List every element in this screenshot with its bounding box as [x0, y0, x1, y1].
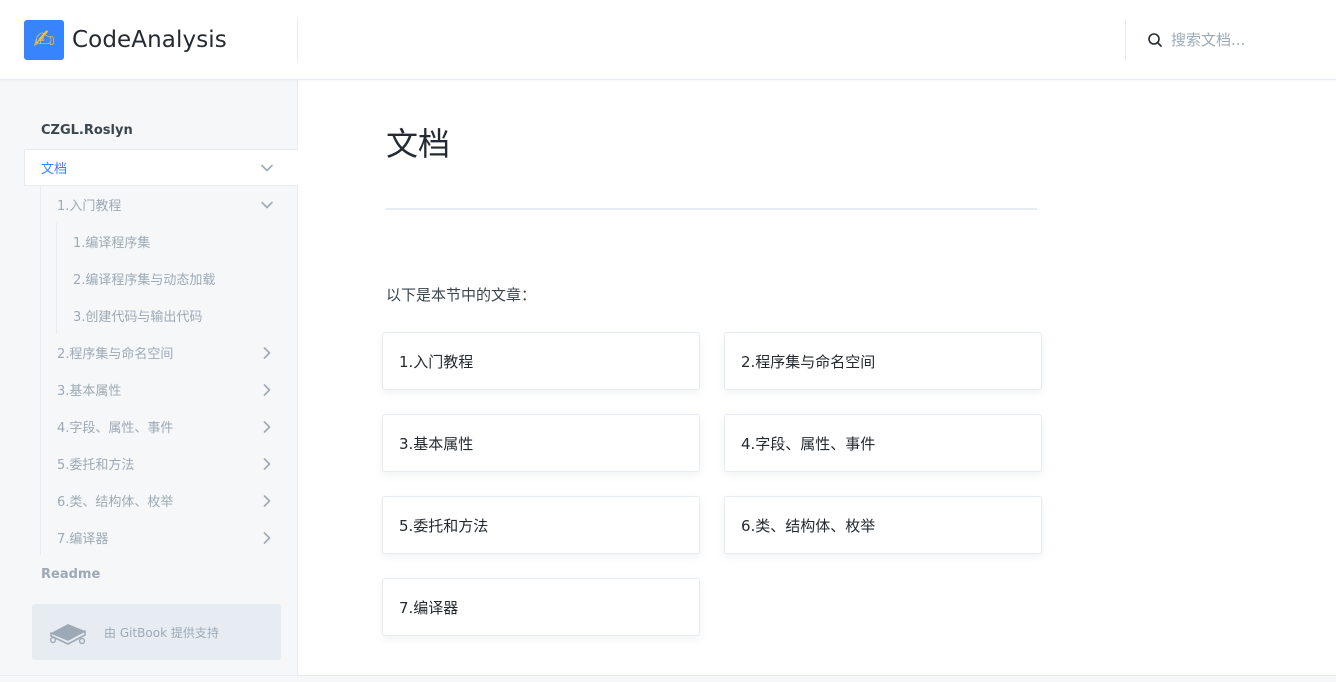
sidebar-item-label: 2.程序集与命名空间: [57, 347, 174, 362]
sidebar-item-label: 3.创建代码与输出代码: [73, 310, 203, 325]
sidebar-item-basic-properties[interactable]: 3.基本属性: [57, 371, 298, 408]
chevron-right-icon[interactable]: [260, 531, 274, 545]
article-card-getting-started[interactable]: 1.入门教程: [382, 332, 700, 390]
sidebar-item-docs[interactable]: 文档: [24, 149, 298, 186]
article-card-label: 4.字段、属性、事件: [741, 434, 876, 453]
title-divider: [386, 208, 1037, 210]
chevron-right-icon[interactable]: [260, 346, 274, 360]
sidebar-root-label: CZGL.Roslyn: [41, 122, 133, 138]
sidebar-item-label: 文档: [41, 162, 68, 177]
main-content: 文档 以下是本节中的文章： 1.入门教程 2.程序集与命名空间 3.基本属性 4…: [298, 80, 1336, 675]
book-icon: [48, 616, 88, 648]
tree-guide-line: [40, 186, 41, 555]
sidebar: CZGL.Roslyn 文档 1.入门教程 1.编译程序集 2.编译程序集与动态…: [0, 80, 298, 682]
sidebar-item-label: 1.入门教程: [57, 199, 122, 214]
article-card-compiler[interactable]: 7.编译器: [382, 578, 700, 636]
sidebar-item-create-output-code[interactable]: 3.创建代码与输出代码: [73, 297, 298, 334]
writing-hand-logo-icon: ✍: [24, 20, 64, 60]
sidebar-item-label: 2.编译程序集与动态加载: [73, 273, 216, 288]
article-card-label: 6.类、结构体、枚举: [741, 516, 876, 535]
sidebar-item-compile-dynamic-load[interactable]: 2.编译程序集与动态加载: [73, 260, 298, 297]
search-input[interactable]: [1171, 25, 1311, 55]
sidebar-item-label: 5.委托和方法: [57, 458, 135, 473]
brand-link[interactable]: ✍ CodeAnalysis: [24, 20, 227, 60]
chevron-down-icon[interactable]: [260, 161, 274, 175]
tree-guide-line: [56, 223, 57, 334]
article-card-classes-structs-enums[interactable]: 6.类、结构体、枚举: [724, 496, 1042, 554]
search-icon: [1144, 29, 1166, 51]
top-header: ✍ CodeAnalysis: [0, 0, 1336, 80]
sidebar-item-compile-assembly[interactable]: 1.编译程序集: [73, 223, 298, 260]
sidebar-root-title[interactable]: CZGL.Roslyn: [41, 118, 133, 142]
article-card-fields-properties-events[interactable]: 4.字段、属性、事件: [724, 414, 1042, 472]
header-divider: [297, 18, 298, 62]
intro-text: 以下是本节中的文章：: [386, 286, 537, 304]
article-card-label: 3.基本属性: [399, 434, 474, 453]
sidebar-item-getting-started[interactable]: 1.入门教程: [57, 186, 298, 223]
header-divider: [1125, 20, 1126, 60]
sidebar-item-label: 4.字段、属性、事件: [57, 421, 174, 436]
sidebar-item-classes-structs-enums[interactable]: 6.类、结构体、枚举: [57, 482, 298, 519]
powered-by-gitbook-link[interactable]: 由 GitBook 提供支持: [32, 604, 281, 660]
article-card-label: 2.程序集与命名空间: [741, 352, 876, 371]
article-card-label: 7.编译器: [399, 598, 459, 617]
sidebar-item-compiler[interactable]: 7.编译器: [57, 519, 298, 556]
article-card-delegates-methods[interactable]: 5.委托和方法: [382, 496, 700, 554]
site-title: CodeAnalysis: [72, 27, 227, 53]
chevron-right-icon[interactable]: [260, 457, 274, 471]
article-card-assembly-namespace[interactable]: 2.程序集与命名空间: [724, 332, 1042, 390]
sidebar-item-label: 7.编译器: [57, 532, 109, 547]
sidebar-item-label: 3.基本属性: [57, 384, 122, 399]
sidebar-item-fields-properties-events[interactable]: 4.字段、属性、事件: [57, 408, 298, 445]
sidebar-item-delegates-methods[interactable]: 5.委托和方法: [57, 445, 298, 482]
article-card-label: 5.委托和方法: [399, 516, 489, 535]
bottom-scroll-edge: [0, 675, 1336, 682]
powered-by-text: 由 GitBook 提供支持: [104, 625, 219, 640]
search-box[interactable]: [1140, 20, 1320, 60]
sidebar-item-assembly-namespace[interactable]: 2.程序集与命名空间: [57, 334, 298, 371]
chevron-down-icon[interactable]: [260, 198, 274, 212]
sidebar-item-label: 6.类、结构体、枚举: [57, 495, 174, 510]
sidebar-item-readme[interactable]: Readme: [41, 562, 100, 586]
sidebar-item-label: 1.编译程序集: [73, 236, 151, 251]
chevron-right-icon[interactable]: [260, 420, 274, 434]
chevron-right-icon[interactable]: [260, 383, 274, 397]
chevron-right-icon[interactable]: [260, 494, 274, 508]
page-title: 文档: [386, 125, 451, 163]
article-card-label: 1.入门教程: [399, 352, 474, 371]
article-card-basic-properties[interactable]: 3.基本属性: [382, 414, 700, 472]
sidebar-item-label: Readme: [41, 566, 101, 582]
